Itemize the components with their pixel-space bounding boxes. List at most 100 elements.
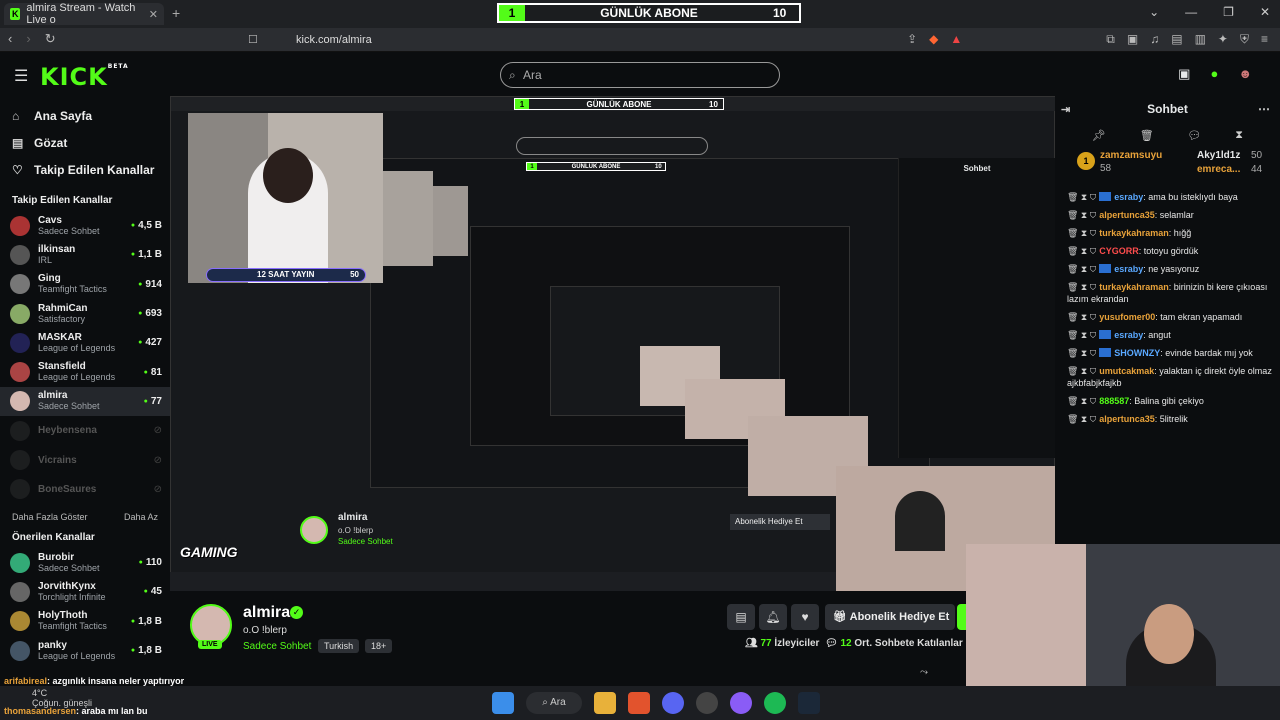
followed-channel-item[interactable]: StansfieldLeague of Legends81 [0, 357, 170, 386]
chat-username[interactable]: turkaykahraman [1099, 228, 1169, 238]
maximize-icon[interactable]: ❐ [1223, 5, 1234, 19]
steam-icon[interactable] [798, 692, 820, 714]
brave-rewards-icon[interactable]: ▲ [950, 32, 962, 47]
chat-username[interactable]: alpertunca35 [1099, 414, 1155, 424]
new-tab-icon[interactable]: + [172, 5, 180, 21]
mod-actions-icon[interactable]: 🗑︎ ⧗ ⛉ [1067, 366, 1096, 376]
taskbar-apps: ⌕ Ara [492, 692, 820, 714]
theater-icon[interactable]: ▣ [1178, 66, 1190, 82]
followed-channel-item[interactable]: MASKARLeague of Legends427 [0, 328, 170, 357]
back-icon[interactable]: ‹ [8, 31, 12, 47]
chat-username[interactable]: esraby [1114, 192, 1143, 202]
obs-icon[interactable] [696, 692, 718, 714]
close-tab-icon[interactable]: ✕ [149, 8, 158, 21]
wallet-icon[interactable]: ▥ [1195, 32, 1206, 47]
nav-following[interactable]: ♡ Takip Edilen Kanallar [0, 156, 170, 183]
user-avatar[interactable]: ☻ [1238, 66, 1252, 82]
kick-logo[interactable]: KICKBETA [40, 63, 129, 91]
kick-coin-icon[interactable]: ● [1210, 66, 1218, 82]
url-field[interactable]: kick.com/almira [270, 30, 990, 50]
mod-actions-icon[interactable]: 🗑︎ ⧗ ⛉ [1067, 192, 1096, 202]
bookmark-icon[interactable]: ☐ [248, 33, 258, 46]
notification-bell-icon[interactable]: 🔔︎ [759, 604, 787, 630]
menu-icon[interactable]: ≡ [1261, 32, 1268, 47]
stream-category[interactable]: Sadece Sohbet [243, 641, 311, 652]
followed-channel-item[interactable]: GingTeamfight Tactics914 [0, 270, 170, 299]
chat-username[interactable]: esraby [1114, 264, 1143, 274]
chat-username[interactable]: esraby [1114, 330, 1143, 340]
show-more-button[interactable]: Daha Fazla Göster [12, 512, 88, 522]
mod-actions-icon[interactable]: 🗑︎ ⧗ ⛉ [1067, 210, 1096, 220]
close-window-icon[interactable]: ✕ [1260, 5, 1270, 19]
mod-actions-icon[interactable]: 🗑︎ ⧗ ⛉ [1067, 312, 1096, 322]
weather-widget[interactable]: 4°C Çoğun. güneşli [2, 688, 92, 708]
chat-username[interactable]: alpertunca35 [1099, 210, 1155, 220]
channel-category: Sadece Sohbet [38, 225, 100, 236]
reload-icon[interactable]: ↻ [45, 31, 56, 47]
music-icon[interactable]: ♫ [1150, 32, 1159, 47]
follow-heart-icon[interactable]: ♥ [791, 604, 819, 630]
chat-username[interactable]: CYGORR [1099, 246, 1139, 256]
clip-icon[interactable]: ▤ [727, 604, 755, 630]
stream-video-player[interactable]: 1 GÜNLÜK ABONE 10 1 GÜNLÜK ABONE 10 12 S… [170, 96, 1055, 591]
chat-username[interactable]: SHOWNZY [1114, 348, 1160, 358]
suggested-channel-item[interactable]: JorvithKynxTorchlight Infinite45 [0, 577, 170, 606]
brave-shield-icon[interactable]: ◆ [929, 32, 938, 47]
trash-icon[interactable]: 🗑︎ [1140, 129, 1154, 142]
channel-name[interactable]: almira [243, 604, 290, 622]
chat-username[interactable]: yusufomer00 [1099, 312, 1155, 322]
mod-actions-icon[interactable]: 🗑︎ ⧗ ⛉ [1067, 246, 1096, 256]
offline-channel-item[interactable]: BoneSaures ⊘ [0, 475, 170, 504]
nav-browse[interactable]: ▤ Gözat [0, 129, 170, 156]
minimize-icon[interactable]: — [1185, 5, 1197, 19]
start-icon[interactable] [492, 692, 514, 714]
suggested-channel-item[interactable]: BurobirSadece Sohbet110 [0, 548, 170, 577]
chat-username[interactable]: 888587 [1099, 396, 1129, 406]
chat-options-icon[interactable]: ⋯ [1258, 102, 1270, 116]
mod-actions-icon[interactable]: 🗑︎ ⧗ ⛉ [1067, 330, 1096, 340]
gift-sub-button[interactable]: 🎁︎ Abonelik Hediye Et [825, 604, 955, 630]
search-input[interactable]: ⌕ Ara [500, 62, 780, 88]
tab-search-icon[interactable]: ⌄ [1149, 5, 1159, 19]
mod-actions-icon[interactable]: 🗑︎ ⧗ ⛉ [1067, 228, 1096, 238]
browser-tab[interactable]: K almira Stream - Watch Live o ✕ [4, 2, 164, 26]
collapse-chat-icon[interactable]: ⇥ [1061, 103, 1070, 116]
offline-channel-item[interactable]: Heybensena ⊘ [0, 416, 170, 445]
extensions-icon[interactable]: ⧉ [1106, 32, 1115, 47]
sidebar-icon[interactable]: ▤ [1171, 32, 1182, 47]
tag-turkish[interactable]: Turkish [318, 639, 360, 653]
pin-icon[interactable]: 📌︎ [1092, 129, 1106, 142]
chat-username[interactable]: umutcakmak [1099, 366, 1154, 376]
show-less-button[interactable]: Daha Az [124, 512, 158, 522]
hamburger-menu-icon[interactable]: ☰ [14, 66, 28, 86]
mod-actions-icon[interactable]: 🗑︎ ⧗ ⛉ [1067, 396, 1096, 406]
mod-actions-icon[interactable]: 🗑︎ ⧗ ⛉ [1067, 414, 1096, 424]
followed-channel-item[interactable]: CavsSadece Sohbet4,5 B [0, 211, 170, 240]
mod-actions-icon[interactable]: 🗑︎ ⧗ ⛉ [1067, 264, 1096, 274]
discord-icon[interactable] [662, 692, 684, 714]
chat-bubble-icon[interactable]: 💬︎ [1188, 129, 1202, 142]
app-icon[interactable] [730, 692, 752, 714]
offline-channel-item[interactable]: Vicrains ⊘ [0, 445, 170, 474]
spotify-icon[interactable] [764, 692, 786, 714]
followed-channel-item[interactable]: almiraSadece Sohbet77 [0, 386, 170, 417]
forward-icon[interactable]: › [26, 31, 30, 47]
share-icon[interactable]: ⤳ [920, 667, 928, 678]
mod-actions-icon[interactable]: 🗑︎ ⧗ ⛉ [1067, 282, 1096, 292]
file-explorer-icon[interactable] [594, 692, 616, 714]
nav-home[interactable]: ⌂ Ana Sayfa [0, 102, 170, 129]
screenshot-icon[interactable]: ▣ [1127, 32, 1138, 47]
suggested-channel-item[interactable]: pankyLeague of Legends1,8 B [0, 636, 170, 665]
taskbar-search[interactable]: ⌕ Ara [526, 692, 582, 714]
tag-18plus[interactable]: 18+ [365, 639, 393, 653]
hourglass-icon[interactable]: ⧗ [1235, 129, 1243, 142]
suggested-channel-item[interactable]: HolyThothTeamfight Tactics1,8 B [0, 607, 170, 636]
mod-actions-icon[interactable]: 🗑︎ ⧗ ⛉ [1067, 348, 1096, 358]
followed-channel-item[interactable]: ilkinsanIRL1,1 B [0, 240, 170, 269]
followed-channel-item[interactable]: RahmiCanSatisfactory693 [0, 299, 170, 328]
chat-username[interactable]: turkaykahraman [1099, 282, 1169, 292]
vpn-icon[interactable]: ⛨ [1240, 32, 1249, 47]
share-icon[interactable]: ⇪ [907, 32, 917, 47]
leo-icon[interactable]: ✦ [1218, 32, 1228, 47]
brave-icon[interactable] [628, 692, 650, 714]
